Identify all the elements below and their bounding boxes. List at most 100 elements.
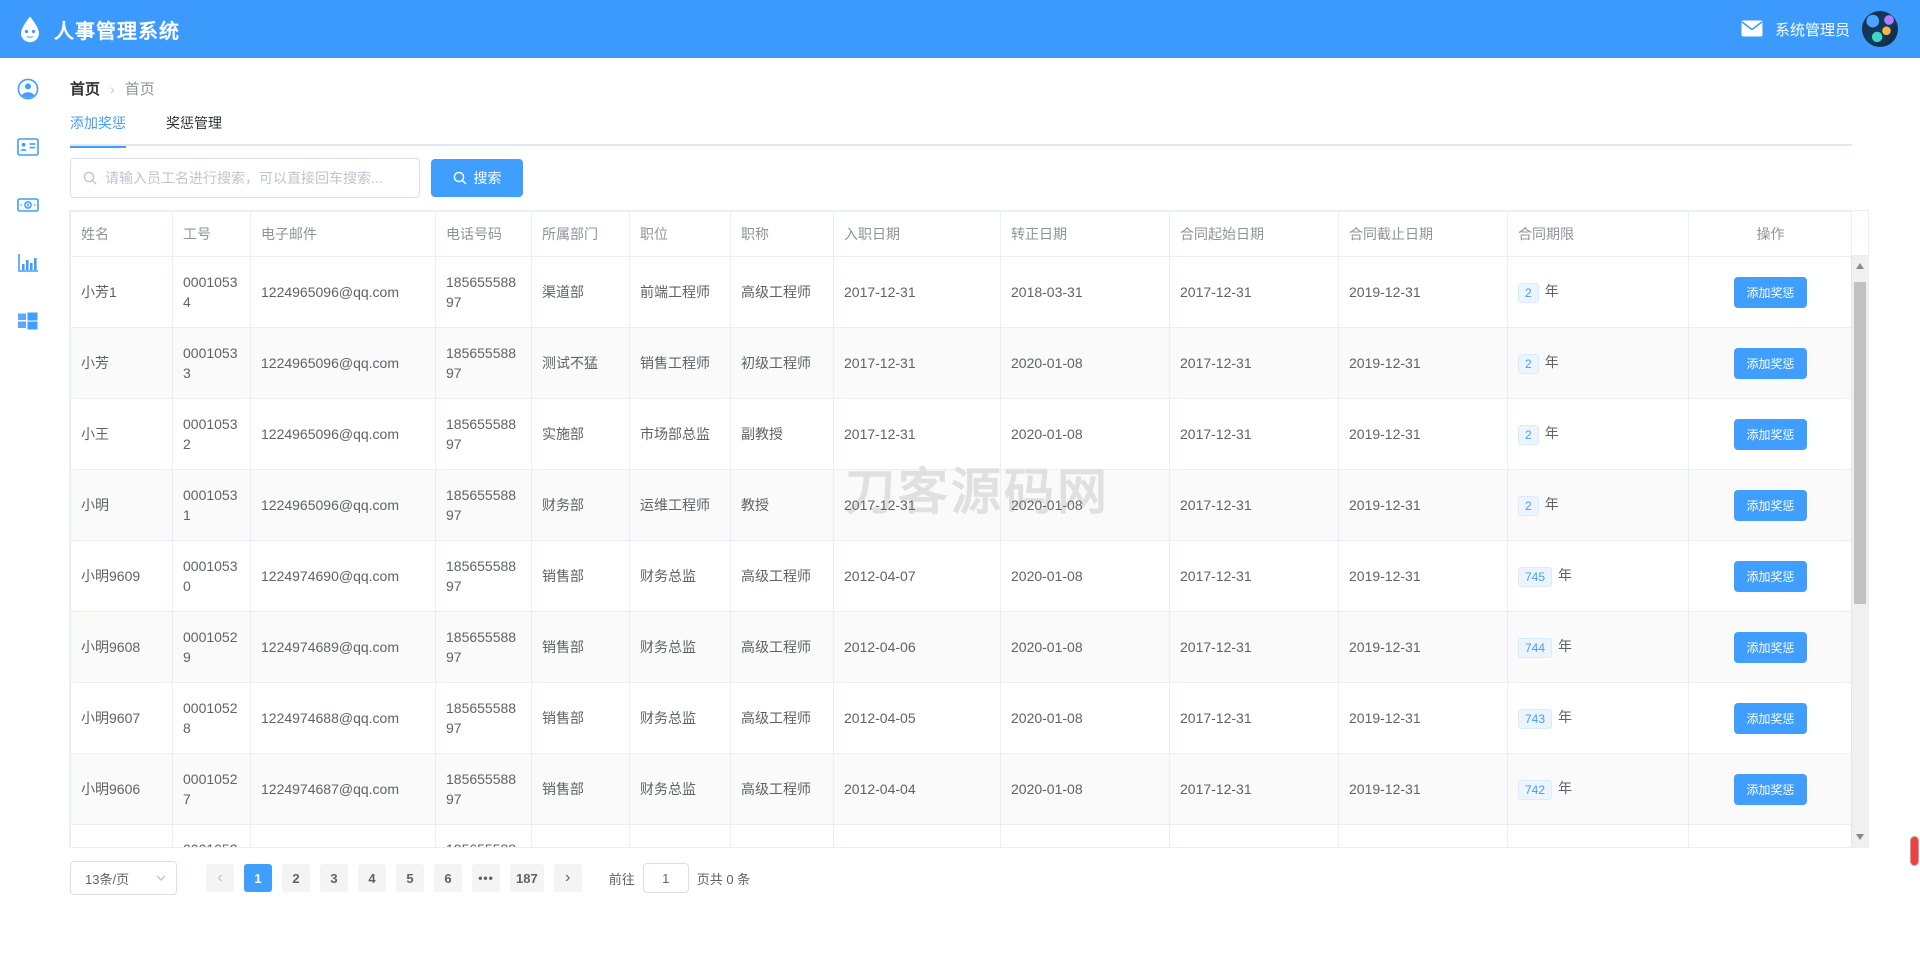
sidebar-item-grid[interactable] — [16, 310, 40, 332]
cell-name: 小明9607 — [71, 683, 173, 754]
cell-contract_start: 2017-12-31 — [1170, 328, 1339, 399]
cell-name: 小明 — [71, 470, 173, 541]
cell-phone: 18565558897 — [436, 612, 532, 683]
cell-employee_id: 00010532 — [173, 399, 251, 470]
avatar[interactable] — [1862, 11, 1898, 47]
sidebar-item-money[interactable] — [16, 194, 40, 216]
cell-name: 小明9608 — [71, 612, 173, 683]
cell-name: 小明9606 — [71, 754, 173, 825]
id-card-icon — [17, 138, 39, 156]
pager-page-2[interactable]: 2 — [282, 864, 310, 892]
cell-department: 销售部 — [532, 683, 630, 754]
add-reward-button[interactable]: 添加奖惩 — [1734, 632, 1806, 663]
add-reward-button[interactable]: 添加奖惩 — [1734, 561, 1806, 592]
grid-icon — [17, 311, 39, 331]
sidebar — [0, 58, 56, 969]
pager-more-button[interactable]: ••• — [472, 864, 500, 892]
app-logo-icon — [16, 15, 44, 43]
cell-contract_start: 2017-12-31 — [1170, 541, 1339, 612]
pager-prev-button[interactable]: ‹ — [206, 864, 234, 892]
cell-email: 1224965096@qq.com — [251, 328, 436, 399]
table-row: 小明000105311224965096@qq.com18565558897财务… — [71, 470, 1853, 541]
cell-employee_id: 00010533 — [173, 328, 251, 399]
cell-regular_date: 2018-03-31 — [1001, 257, 1170, 328]
add-reward-button[interactable]: 添加奖惩 — [1734, 774, 1806, 805]
breadcrumb-home[interactable]: 首页 — [70, 78, 100, 99]
pager-page-6[interactable]: 6 — [434, 864, 462, 892]
pager-pages: 123456 ••• 187 — [239, 864, 549, 892]
breadcrumb-current: 首页 — [125, 78, 155, 99]
table-scrollbar[interactable] — [1851, 256, 1868, 847]
pager-page-1[interactable]: 1 — [244, 864, 272, 892]
column-header-regular_date: 转正日期 — [1001, 212, 1170, 257]
add-reward-button[interactable]: 添加奖惩 — [1734, 419, 1806, 450]
search-icon — [83, 171, 97, 185]
cell-name — [71, 825, 173, 849]
pager-next-button[interactable]: › — [554, 864, 582, 892]
search-button[interactable]: 搜索 — [431, 159, 523, 197]
cell-hire_date: 2017-12-31 — [834, 470, 1001, 541]
cell-term: 2年 — [1508, 328, 1689, 399]
app-title: 人事管理系统 — [54, 15, 180, 44]
page-scrollbar-thumb[interactable] — [1910, 836, 1919, 866]
app-header: 人事管理系统 系统管理员 — [0, 0, 1920, 58]
sidebar-item-idcard[interactable] — [16, 136, 40, 158]
current-user-label[interactable]: 系统管理员 — [1775, 19, 1850, 40]
pager-page-3[interactable]: 3 — [320, 864, 348, 892]
cell-regular_date: 2020-01-08 — [1001, 470, 1170, 541]
cell-hire_date: 2012-04-04 — [834, 754, 1001, 825]
add-reward-button[interactable]: 添加奖惩 — [1734, 348, 1806, 379]
column-header-hire_date: 入职日期 — [834, 212, 1001, 257]
add-reward-button[interactable]: 添加奖惩 — [1734, 277, 1806, 308]
tab-reward-management[interactable]: 奖惩管理 — [166, 112, 222, 146]
cell-email: 1224974687@qq.com — [251, 754, 436, 825]
cell-employee_id: 00010531 — [173, 470, 251, 541]
scroll-down-icon[interactable] — [1856, 834, 1864, 840]
cell-title: 高级工程师 — [731, 612, 834, 683]
column-header-department: 所属部门 — [532, 212, 630, 257]
cell-title: 教授 — [731, 470, 834, 541]
mail-icon[interactable] — [1741, 20, 1763, 38]
cell-term: 743年 — [1508, 683, 1689, 754]
cell-name: 小王 — [71, 399, 173, 470]
breadcrumb: 首页 › 首页 — [70, 78, 155, 99]
cell-action: 添加奖惩 — [1689, 470, 1853, 541]
cell-term: 2年 — [1508, 399, 1689, 470]
cell-action: 添加奖惩 — [1689, 399, 1853, 470]
page-root: 人事管理系统 系统管理员 — [0, 0, 1920, 969]
cell-action — [1689, 825, 1853, 849]
cell-regular_date: 2020-01-08 — [1001, 399, 1170, 470]
contract-term-badge: 743 — [1518, 709, 1552, 729]
pager-page-187[interactable]: 187 — [510, 864, 544, 892]
cell-action: 添加奖惩 — [1689, 683, 1853, 754]
cell-department: 测试不猛 — [532, 328, 630, 399]
cell-term: 744年 — [1508, 612, 1689, 683]
pager-page-4[interactable]: 4 — [358, 864, 386, 892]
add-reward-button[interactable]: 添加奖惩 — [1734, 703, 1806, 734]
pager-page-5[interactable]: 5 — [396, 864, 424, 892]
cell-name: 小芳 — [71, 328, 173, 399]
search-input[interactable] — [105, 170, 407, 186]
sidebar-item-user[interactable] — [16, 78, 40, 100]
add-reward-button[interactable]: 添加奖惩 — [1734, 490, 1806, 521]
cell-employee_id: 00010529 — [173, 612, 251, 683]
goto-page-input[interactable] — [643, 863, 689, 893]
cell-contract_end: 2019-12-31 — [1339, 257, 1508, 328]
chevron-right-icon: › — [110, 81, 115, 97]
sidebar-item-chart[interactable] — [16, 252, 40, 274]
cell-contract_end: 2019-12-31 — [1339, 754, 1508, 825]
column-header-contract_end: 合同截止日期 — [1339, 212, 1508, 257]
table-scrollbar-thumb[interactable] — [1854, 282, 1866, 604]
page-size-select[interactable]: 13条/页 — [70, 861, 177, 895]
scroll-up-icon[interactable] — [1856, 263, 1864, 269]
cell-position: 财务总监 — [630, 754, 731, 825]
cell-department: 销售部 — [532, 612, 630, 683]
cell-contract_start: 2017-12-31 — [1170, 257, 1339, 328]
search-button-label: 搜索 — [474, 168, 502, 188]
cell-regular_date: 2020-01-08 — [1001, 328, 1170, 399]
tab-add-reward[interactable]: 添加奖惩 — [70, 112, 126, 146]
cell-action: 添加奖惩 — [1689, 328, 1853, 399]
column-header-name: 姓名 — [71, 212, 173, 257]
column-header-employee_id: 工号 — [173, 212, 251, 257]
total-label: 页共 0 条 — [697, 869, 750, 888]
